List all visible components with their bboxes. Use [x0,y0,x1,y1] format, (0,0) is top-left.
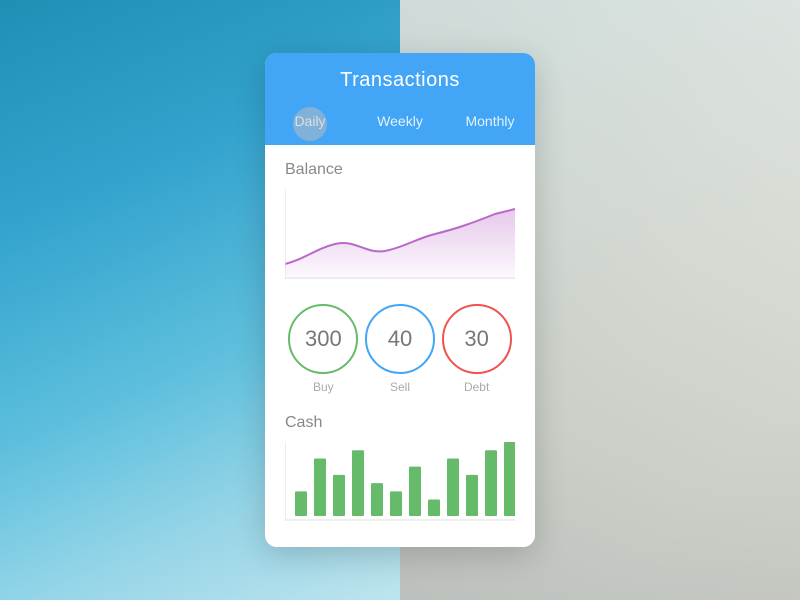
tab-monthly[interactable]: Monthly [445,106,535,137]
tab-daily[interactable]: Daily [265,106,355,137]
buy-label: Buy [313,380,334,394]
sell-circle: 40 [365,304,435,374]
card-header: Transactions [265,53,535,106]
stat-sell: 40 Sell [365,304,435,394]
balance-section-title: Balance [285,161,515,179]
balance-chart [285,189,515,279]
transactions-card: Transactions Daily Weekly Monthly Balanc… [265,53,535,547]
debt-label: Debt [464,380,489,394]
stat-debt: 30 Debt [442,304,512,394]
stat-buy: 300 Buy [288,304,358,394]
card-body: Balance 300 Buy [265,145,535,547]
buy-circle: 300 [288,304,358,374]
stats-row: 300 Buy 40 Sell 30 Debt [285,304,515,394]
debt-circle: 30 [442,304,512,374]
tab-weekly[interactable]: Weekly [355,106,445,137]
cash-section-title: Cash [285,414,515,432]
sell-label: Sell [390,380,410,394]
tabs-container: Daily Weekly Monthly [265,106,535,145]
cash-chart [285,442,515,522]
card-title: Transactions [265,69,535,92]
